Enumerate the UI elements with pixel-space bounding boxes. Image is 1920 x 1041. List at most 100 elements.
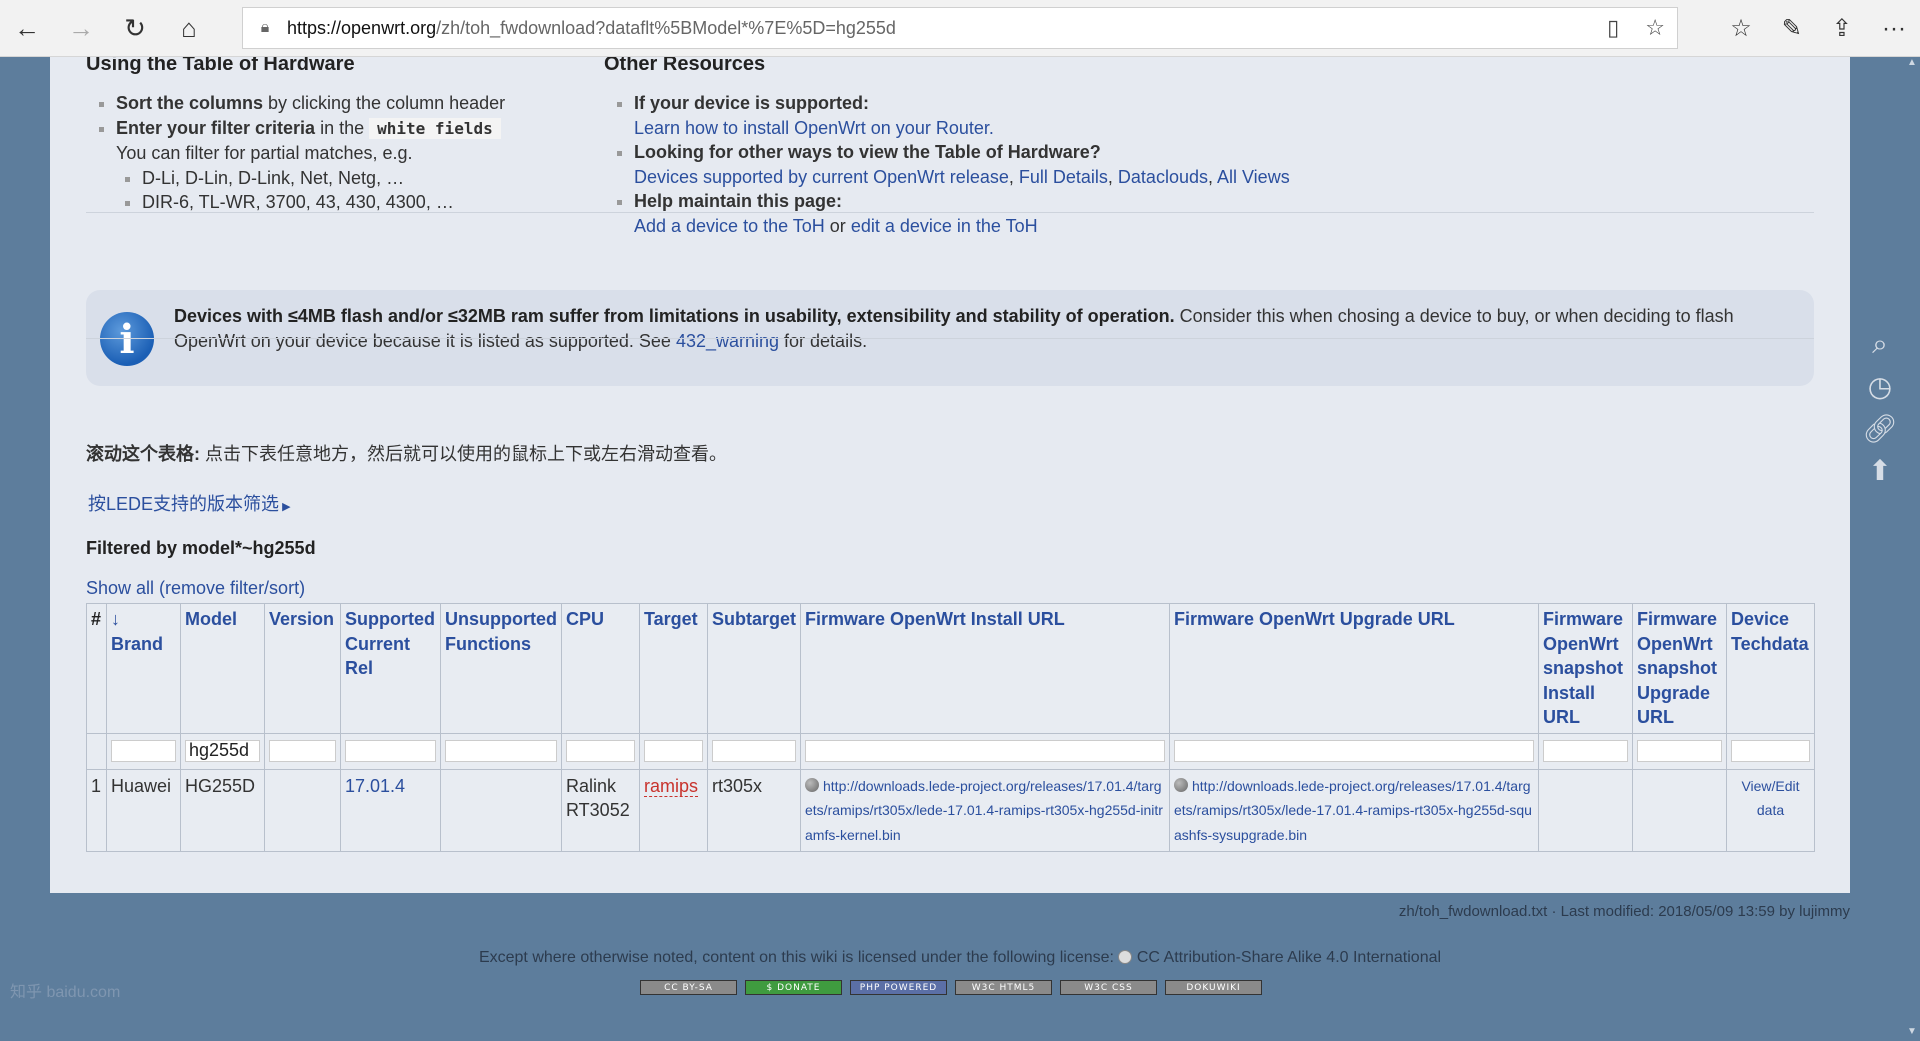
url-host: https://openwrt.org (287, 17, 437, 38)
table-usage-section: Using the Table of Hardware Sort the col… (86, 57, 606, 215)
html5-badge[interactable]: W3C HTML5 (955, 980, 1052, 995)
scroll-down-icon[interactable]: ▼ (1907, 1026, 1917, 1037)
cell-cpu: Ralink RT3052 (561, 768, 640, 852)
table-row: 1 Huawei HG255D 17.01.4 Ralink RT3052 ra… (86, 768, 1815, 852)
refresh-icon[interactable]: ↻ (108, 0, 162, 57)
pen-icon[interactable]: ✎ (1782, 14, 1802, 43)
filter-techdata-input[interactable] (1731, 739, 1810, 762)
license-line: Except where otherwise noted, content on… (478, 949, 1442, 966)
list-item: Sort the columns by clicking the column … (116, 91, 606, 116)
other-resources-section: Other Resources If your device is suppor… (604, 57, 1804, 238)
all-views-link[interactable]: All Views (1217, 167, 1290, 187)
filter-cell (86, 732, 107, 770)
target-link[interactable]: ramips (644, 775, 699, 797)
edit-device-link[interactable]: edit a device in the ToH (851, 216, 1038, 236)
col-header-version[interactable]: Version (264, 603, 341, 734)
col-header-model[interactable]: Model (180, 603, 265, 734)
release-link[interactable]: 17.01.4 (345, 776, 405, 796)
share-icon[interactable]: ⇪ (1832, 14, 1852, 43)
expand-triangle-icon: ▶ (279, 501, 291, 513)
address-bar[interactable]: 🔒︎ https://openwrt.org/zh/toh_fwdownload… (242, 7, 1678, 49)
filter-unsupported-input[interactable] (445, 739, 557, 762)
cell-num: 1 (86, 768, 107, 852)
filter-model-input[interactable] (185, 739, 260, 762)
lock-icon: 🔒︎ (260, 19, 270, 36)
cc-badge[interactable]: CC BY-SA (640, 980, 737, 995)
forward-arrow-icon[interactable]: → (54, 0, 108, 57)
browser-toolbar: ← → ↻ ⌂ 🔒︎ https://openwrt.org/zh/toh_fw… (0, 0, 1920, 57)
divider (86, 338, 1814, 339)
show-all-link[interactable]: Show all (remove filter/sort) (86, 578, 305, 599)
col-header-unsupported[interactable]: Unsupported Functions (440, 603, 562, 734)
back-arrow-icon[interactable]: ← (0, 0, 54, 57)
filter-snap-upgrade-input[interactable] (1637, 739, 1722, 762)
col-header-upgrade-url[interactable]: Firmware OpenWrt Upgrade URL (1169, 603, 1539, 734)
view-edit-link[interactable]: View/Edit data (1741, 778, 1799, 819)
wiki-page: Using the Table of Hardware Sort the col… (50, 57, 1850, 893)
install-url-link[interactable]: http://downloads.lede-project.org/releas… (805, 778, 1163, 843)
scroll-hint: 滚动这个表格: 点击下表任意地方，然后就可以使用的鼠标上下或左右滑动查看。 (86, 444, 727, 464)
favorite-star-icon[interactable]: ☆ (1645, 15, 1665, 41)
upgrade-url-link[interactable]: http://downloads.lede-project.org/releas… (1174, 778, 1532, 843)
cell-subtarget: rt305x (707, 768, 801, 852)
add-device-link[interactable]: Add a device to the ToH (634, 216, 825, 236)
col-header-supported[interactable]: Supported Current Rel (340, 603, 441, 734)
scrollbar[interactable]: ▲ ▼ (1904, 57, 1920, 1041)
example-item: D-Li, D-Lin, D-Link, Net, Netg, … (142, 166, 606, 191)
clock-icon[interactable]: ◷ (1862, 368, 1898, 404)
filter-cpu-input[interactable] (566, 739, 635, 762)
list-item: Looking for other ways to view the Table… (634, 140, 1804, 189)
css-badge[interactable]: W3C CSS (1060, 980, 1157, 995)
filter-brand-input[interactable] (111, 739, 176, 762)
col-header-techdata[interactable]: Device Techdata (1726, 603, 1815, 734)
col-header-snapshot-install[interactable]: Firmware OpenWrt snapshot Install URL (1538, 603, 1633, 734)
filter-supported-input[interactable] (345, 739, 436, 762)
filter-subtarget-input[interactable] (712, 739, 796, 762)
more-icon[interactable]: ··· (1882, 15, 1906, 43)
favorites-hub-icon[interactable]: ☆ (1730, 14, 1752, 43)
filter-upgrade-input[interactable] (1174, 739, 1534, 762)
cell-install-url: http://downloads.lede-project.org/releas… (800, 768, 1170, 852)
cell-brand: Huawei (106, 768, 181, 852)
license-link[interactable]: CC Attribution-Share Alike 4.0 Internati… (1137, 949, 1441, 966)
search-icon[interactable]: ⌕ (1862, 326, 1898, 362)
col-header-subtarget[interactable]: Subtarget (707, 603, 801, 734)
filter-snap-install-input[interactable] (1543, 739, 1628, 762)
list-item: Help maintain this page: Add a device to… (634, 189, 1804, 238)
cell-techdata: View/Edit data (1726, 768, 1815, 852)
col-header-snapshot-upgrade[interactable]: Firmware OpenWrt snapshot Upgrade URL (1632, 603, 1727, 734)
divider (86, 212, 1814, 213)
link-icon[interactable]: 🔗︎ (1862, 410, 1898, 446)
php-badge[interactable]: PHP POWERED (850, 980, 947, 995)
col-header-target[interactable]: Target (639, 603, 708, 734)
home-icon[interactable]: ⌂ (162, 0, 216, 57)
example-item: DIR-6, TL-WR, 3700, 43, 430, 4300, … (142, 190, 606, 215)
col-header-num[interactable]: # (86, 603, 107, 734)
filter-target-input[interactable] (644, 739, 703, 762)
col-header-brand[interactable]: ↓ Brand (106, 603, 181, 734)
list-item: Enter your filter criteria in the white … (116, 116, 606, 215)
dokuwiki-badge[interactable]: DOKUWIKI (1165, 980, 1262, 995)
url-path: /zh/toh_fwdownload?dataflt%5BModel*%7E%5… (436, 17, 896, 38)
scroll-up-icon[interactable]: ▲ (1907, 57, 1917, 68)
col-header-cpu[interactable]: CPU (561, 603, 640, 734)
page-tools: ⌕ ◷ 🔗︎ ⬆ (1860, 326, 1900, 488)
dataclouds-link[interactable]: Dataclouds (1118, 167, 1208, 187)
filter-version-input[interactable] (269, 739, 336, 762)
hardware-table: # ↓ Brand Model Version Supported Curren… (86, 603, 1815, 852)
notice-text: Devices with ≤4MB flash and/or ≤32MB ram… (174, 306, 1734, 351)
cell-unsupported (440, 768, 562, 852)
col-header-install-url[interactable]: Firmware OpenWrt Install URL (800, 603, 1170, 734)
cell-supported: 17.01.4 (340, 768, 441, 852)
filter-install-input[interactable] (805, 739, 1165, 762)
full-details-link[interactable]: Full Details (1019, 167, 1108, 187)
reading-view-icon[interactable]: ▯ (1607, 15, 1619, 41)
section-heading-resources: Other Resources (604, 57, 766, 75)
back-to-top-icon[interactable]: ⬆ (1862, 452, 1898, 488)
donate-badge[interactable]: $ DONATE (745, 980, 842, 995)
supported-devices-link[interactable]: Devices supported by current OpenWrt rel… (634, 167, 1009, 187)
432-warning-link[interactable]: 432_warning (676, 331, 779, 351)
white-fields-code: white fields (369, 117, 501, 139)
lede-version-filter-link[interactable]: 按LEDE支持的版本筛选 ▶ (88, 490, 291, 516)
install-guide-link[interactable]: Learn how to install OpenWrt on your Rou… (634, 118, 994, 138)
